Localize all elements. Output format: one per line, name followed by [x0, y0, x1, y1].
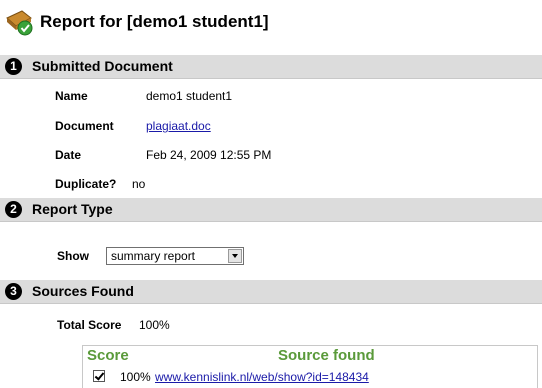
column-header-source-found: Source found: [278, 347, 375, 364]
section-header-submitted-document: 1 Submitted Document: [0, 55, 542, 79]
sources-table: Score Source found 100% www.kennislink.n…: [82, 345, 538, 388]
section-title-submitted-document: Submitted Document: [32, 58, 173, 74]
field-label-document: Document: [55, 119, 114, 133]
report-type-select[interactable]: summary report: [106, 247, 244, 265]
document-link[interactable]: plagiaat.doc: [146, 119, 211, 133]
section-title-sources-found: Sources Found: [32, 283, 134, 299]
section-header-sources-found: 3 Sources Found: [0, 280, 542, 304]
show-label: Show: [57, 249, 89, 263]
total-score-label: Total Score: [57, 318, 122, 332]
section-header-report-type: 2 Report Type: [0, 198, 542, 222]
report-type-select-value: summary report: [111, 249, 196, 263]
source-checkbox[interactable]: [93, 370, 105, 382]
column-header-score: Score: [87, 347, 129, 364]
source-link[interactable]: www.kennislink.nl/web/show?id=148434: [155, 370, 369, 384]
page-title: Report for [demo1 student1]: [40, 12, 269, 31]
field-value-duplicate: no: [132, 177, 146, 191]
chevron-down-icon[interactable]: [228, 249, 242, 263]
section-title-report-type: Report Type: [32, 201, 113, 217]
step-number-3: 3: [5, 283, 22, 300]
field-label-date: Date: [55, 148, 82, 162]
source-score: 100%: [120, 370, 151, 384]
step-number-2: 2: [5, 201, 22, 218]
field-label-duplicate: Duplicate?: [55, 177, 117, 191]
step-number-1: 1: [5, 58, 22, 75]
field-label-name: Name: [55, 89, 88, 103]
report-title-bar: Report for [demo1 student1]: [0, 0, 542, 44]
total-score-value: 100%: [139, 318, 170, 332]
field-value-date: Feb 24, 2009 12:55 PM: [146, 148, 272, 162]
field-value-name: demo1 student1: [146, 89, 233, 103]
report-check-icon: [6, 10, 33, 36]
